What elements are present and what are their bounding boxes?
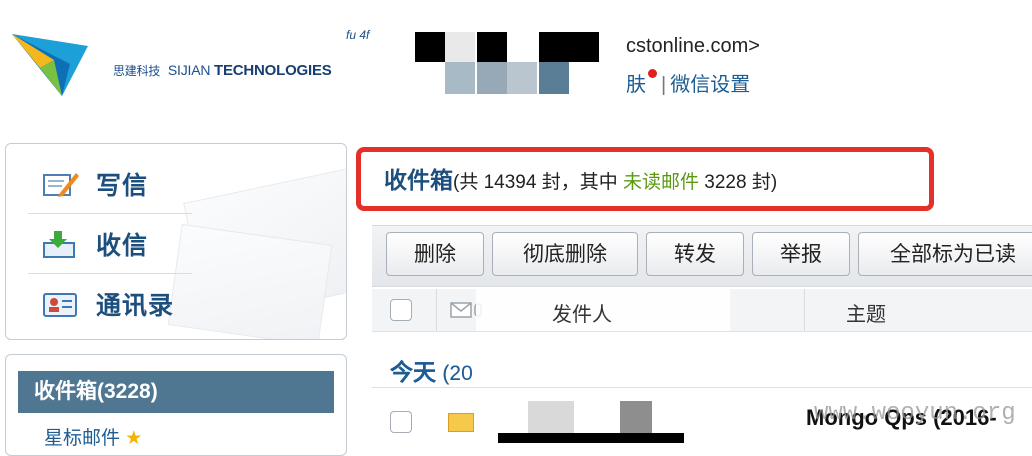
receive-button[interactable]: 收信 <box>28 216 190 272</box>
logo-icon <box>12 34 88 96</box>
wechat-settings-link[interactable]: 微信设置 <box>670 74 750 96</box>
top-links: 肤 | 微信设置 <box>626 68 750 97</box>
contacts-button[interactable]: 通讯录 <box>28 276 190 332</box>
column-separator <box>436 289 437 331</box>
link-separator: | <box>661 74 667 96</box>
compose-icon <box>40 169 80 199</box>
folder-starred[interactable]: 星标邮件 ★ <box>44 423 142 450</box>
new-dot-icon <box>648 69 657 78</box>
permanent-delete-button[interactable]: 彻底删除 <box>492 232 638 276</box>
row-checkbox[interactable] <box>390 411 412 433</box>
subject-column[interactable]: 主题 <box>846 298 886 327</box>
sidebar-folders: 收件箱(3228) 星标邮件 ★ <box>5 354 347 456</box>
envelope-decoration <box>167 223 333 339</box>
sender-column[interactable]: 发件人 <box>552 298 612 327</box>
contacts-icon <box>40 289 80 319</box>
logo-script: fu 4f <box>346 28 370 42</box>
redaction-mask <box>458 343 718 383</box>
unread-mail-icon <box>448 413 474 432</box>
select-all-checkbox[interactable] <box>390 299 412 321</box>
page-title: 收件箱(共 14394 封，其中 未读邮件 3228 封) <box>384 167 778 193</box>
forward-button[interactable]: 转发 <box>646 232 744 276</box>
unread-mail-link[interactable]: 未读邮件 <box>623 172 699 193</box>
header: 思建科技 SIJIAN TECHNOLOGIES fu 4f cstonline… <box>0 0 1032 126</box>
company-name: 思建科技 SIJIAN TECHNOLOGIES <box>113 62 332 79</box>
receive-icon <box>40 229 80 259</box>
column-separator <box>804 289 805 331</box>
divider <box>28 273 192 274</box>
star-icon: ★ <box>125 428 143 449</box>
redacted-username <box>383 0 623 126</box>
skin-link[interactable]: 肤 <box>626 74 646 96</box>
divider <box>28 213 192 214</box>
mark-all-read-button[interactable]: 全部标为已读 <box>858 232 1032 276</box>
delete-button[interactable]: 删除 <box>386 232 484 276</box>
group-today-label: 今天 (20 <box>390 359 473 385</box>
toolbar: 删除 彻底删除 转发 举报 全部标为已读 <box>372 225 1032 287</box>
report-button[interactable]: 举报 <box>752 232 850 276</box>
main-panel: 收件箱(共 14394 封，其中 未读邮件 3228 封) 删除 彻底删除 转发… <box>354 143 1032 453</box>
folder-inbox[interactable]: 收件箱(3228) <box>18 371 334 413</box>
column-header: 发件人 主题 <box>372 289 1032 332</box>
compose-button[interactable]: 写信 <box>28 156 190 212</box>
sidebar-actions: 写信 收信 通讯录 <box>5 143 347 340</box>
user-email: cstonline.com> <box>626 35 760 57</box>
divider <box>372 387 1032 388</box>
watermark: www.wooyun.org <box>814 400 1016 427</box>
